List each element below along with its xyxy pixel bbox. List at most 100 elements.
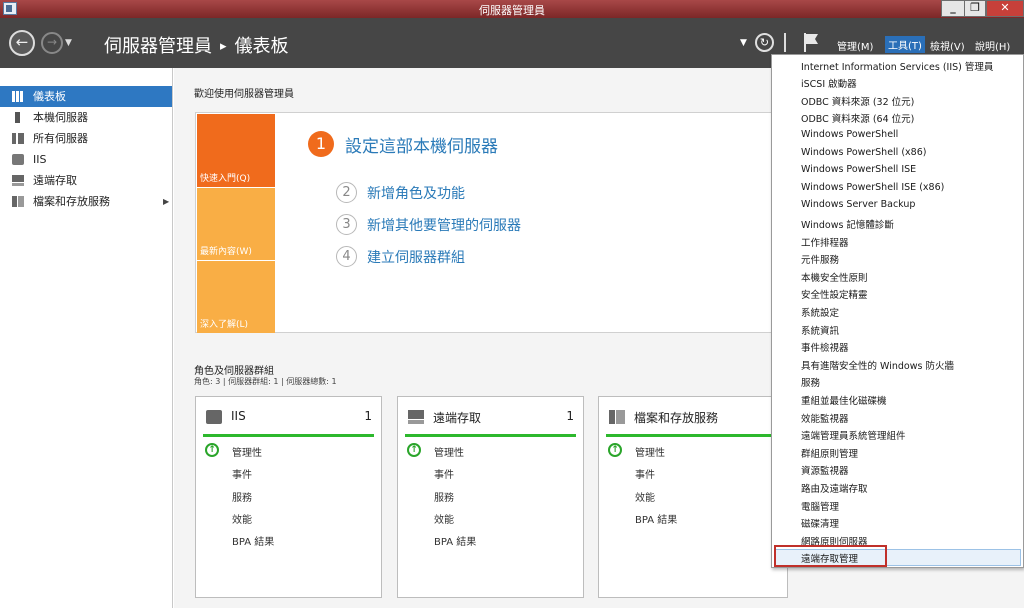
menu-item-security-config-wizard[interactable]: 安全性設定精靈 <box>801 287 868 301</box>
roles-summary: 角色: 3 | 伺服器群組: 1 | 伺服器總數: 1 <box>194 377 337 386</box>
menu-item-odbc-32[interactable]: ODBC 資料來源 (32 位元) <box>801 94 914 108</box>
card-title[interactable]: 遠端存取 <box>433 409 481 426</box>
close-button[interactable]: ✕ <box>986 0 1024 17</box>
breadcrumb: 伺服器管理員 ▸ 儀表板 <box>104 32 289 58</box>
menu-item-system-configuration[interactable]: 系統設定 <box>801 305 839 319</box>
menu-item-event-viewer[interactable]: 事件檢視器 <box>801 340 849 354</box>
notifications-flag-icon[interactable] <box>802 31 820 53</box>
refresh-icon[interactable]: ↻ <box>755 33 774 52</box>
sidebar-item-label: 遠端存取 <box>33 174 77 187</box>
sidebar-item-label: IIS <box>33 153 47 166</box>
sidebar-item-file-storage[interactable]: 檔案和存放服務 ▶ <box>0 191 172 212</box>
card-row-bpa[interactable]: BPA 結果 <box>232 533 274 548</box>
remote-access-icon <box>408 410 424 424</box>
menu-view[interactable]: 檢視(V) <box>930 38 965 53</box>
sidebar-item-all-servers[interactable]: 所有伺服器 <box>0 128 172 149</box>
menu-item-odbc-64[interactable]: ODBC 資料來源 (64 位元) <box>801 111 914 125</box>
role-card-remote-access[interactable]: 遠端存取 1 ↑ 管理性 事件 服務 效能 BPA 結果 <box>397 396 584 598</box>
menu-item-local-security-policy[interactable]: 本機安全性原則 <box>801 270 868 284</box>
step-create-group[interactable]: 4 建立伺服器群組 <box>336 246 465 267</box>
menu-item-defragment[interactable]: 重組並最佳化磁碟機 <box>801 393 887 407</box>
role-card-iis[interactable]: IIS 1 ↑ 管理性 事件 服務 效能 BPA 結果 <box>195 396 382 598</box>
card-row-bpa[interactable]: BPA 結果 <box>635 511 677 526</box>
card-count: 1 <box>364 409 372 423</box>
card-row-services[interactable]: 服務 <box>232 489 252 504</box>
menu-item-computer-management[interactable]: 電腦管理 <box>801 499 839 513</box>
sidebar-item-iis[interactable]: IIS <box>0 149 172 170</box>
title-bar: 伺服器管理員 _ ❐ ✕ <box>0 0 1024 18</box>
sidebar-item-dashboard[interactable]: 儀表板 <box>0 86 172 107</box>
menu-tools[interactable]: 工具(T) <box>885 36 925 53</box>
menu-item-component-services[interactable]: 元件服務 <box>801 252 839 266</box>
menu-item-performance-monitor[interactable]: 效能監視器 <box>801 411 849 425</box>
remote-access-icon <box>12 175 24 186</box>
step-number: 1 <box>308 131 334 157</box>
step-add-roles[interactable]: 2 新增角色及功能 <box>336 182 465 203</box>
menu-item-task-scheduler[interactable]: 工作排程器 <box>801 235 849 249</box>
step-number: 4 <box>336 246 357 267</box>
tile-quick-start[interactable]: 快速入門(Q) <box>197 114 275 187</box>
menu-item-resource-monitor[interactable]: 資源監視器 <box>801 463 849 477</box>
back-arrow-icon[interactable]: ← <box>9 30 35 56</box>
menu-manage[interactable]: 管理(M) <box>837 38 873 53</box>
sidebar-item-local-server[interactable]: 本機伺服器 <box>0 107 172 128</box>
card-row-performance[interactable]: 效能 <box>635 489 655 504</box>
header-divider <box>784 33 786 52</box>
card-row-performance[interactable]: 效能 <box>232 511 252 526</box>
menu-item-group-policy[interactable]: 群組原則管理 <box>801 446 858 460</box>
highlight-annotation-box <box>774 545 887 567</box>
iis-icon <box>12 154 24 165</box>
menu-item-services[interactable]: 服務 <box>801 375 820 389</box>
breadcrumb-app: 伺服器管理員 <box>104 36 212 57</box>
menu-item-firewall-advanced[interactable]: 具有進階安全性的 Windows 防火牆 <box>801 358 954 372</box>
menu-item-iscsi-initiator[interactable]: iSCSI 啟動器 <box>801 76 857 90</box>
sidebar-item-label: 檔案和存放服務 <box>33 195 110 208</box>
tools-dropdown-menu: Internet Information Services (IIS) 管理員 … <box>771 54 1024 568</box>
restore-button[interactable]: ❐ <box>964 0 986 17</box>
tile-label: 快速入門(Q) <box>200 174 251 184</box>
menu-item-powershell-ise-x86[interactable]: Windows PowerShell ISE (x86) <box>801 182 944 193</box>
menu-item-memory-diagnostic[interactable]: Windows 記憶體診斷 <box>801 217 894 231</box>
menu-item-rsat[interactable]: 遠端管理員系統管理組件 <box>801 428 906 442</box>
card-row-services[interactable]: 服務 <box>434 489 454 504</box>
menu-item-powershell-x86[interactable]: Windows PowerShell (x86) <box>801 147 926 158</box>
step-link[interactable]: 新增角色及功能 <box>367 183 465 203</box>
sidebar: 儀表板 本機伺服器 所有伺服器 IIS 遠端存取 檔案和存放服務 ▶ <box>0 68 173 608</box>
minimize-button[interactable]: _ <box>941 0 965 17</box>
card-row-manageability[interactable]: 管理性 <box>434 444 464 459</box>
role-card-file-storage[interactable]: 檔案和存放服務 ↑ 管理性 事件 效能 BPA 結果 <box>598 396 788 598</box>
card-row-performance[interactable]: 效能 <box>434 511 454 526</box>
step-add-servers[interactable]: 3 新增其他要管理的伺服器 <box>336 214 521 235</box>
card-title[interactable]: 檔案和存放服務 <box>634 409 718 426</box>
forward-arrow-icon[interactable]: → <box>41 32 63 54</box>
card-row-manageability[interactable]: 管理性 <box>232 444 262 459</box>
sidebar-item-remote-access[interactable]: 遠端存取 <box>0 170 172 191</box>
menu-item-disk-cleanup[interactable]: 磁碟清理 <box>801 516 839 530</box>
status-bar <box>405 434 576 437</box>
menu-item-powershell-ise[interactable]: Windows PowerShell ISE <box>801 164 916 175</box>
card-title[interactable]: IIS <box>231 409 246 423</box>
menu-item-routing-remote-access[interactable]: 路由及遠端存取 <box>801 481 868 495</box>
menu-item-server-backup[interactable]: Windows Server Backup <box>801 199 915 210</box>
tile-whats-new[interactable]: 最新內容(W) <box>197 188 275 260</box>
step-link[interactable]: 建立伺服器群組 <box>367 247 465 267</box>
tile-learn-more[interactable]: 深入了解(L) <box>197 261 275 333</box>
card-row-events[interactable]: 事件 <box>635 466 655 481</box>
card-row-events[interactable]: 事件 <box>434 466 454 481</box>
expand-arrow-icon[interactable]: ▶ <box>163 191 169 212</box>
step-number: 2 <box>336 182 357 203</box>
menu-item-system-information[interactable]: 系統資訊 <box>801 323 839 337</box>
sidebar-item-label: 所有伺服器 <box>33 132 88 145</box>
card-row-events[interactable]: 事件 <box>232 466 252 481</box>
menu-item-powershell[interactable]: Windows PowerShell <box>801 129 898 140</box>
step-link[interactable]: 設定這部本機伺服器 <box>345 132 498 157</box>
step-link[interactable]: 新增其他要管理的伺服器 <box>367 215 521 235</box>
menu-help[interactable]: 說明(H) <box>975 38 1010 53</box>
history-dropdown-icon[interactable]: ▼ <box>65 38 72 48</box>
card-row-manageability[interactable]: 管理性 <box>635 444 665 459</box>
card-row-bpa[interactable]: BPA 結果 <box>434 533 476 548</box>
file-storage-icon <box>12 196 24 207</box>
menu-item-iis-manager[interactable]: Internet Information Services (IIS) 管理員 <box>801 59 993 73</box>
step-configure-local-server[interactable]: 1 設定這部本機伺服器 <box>308 131 498 157</box>
header-dropdown-icon[interactable]: ▼ <box>740 38 747 48</box>
